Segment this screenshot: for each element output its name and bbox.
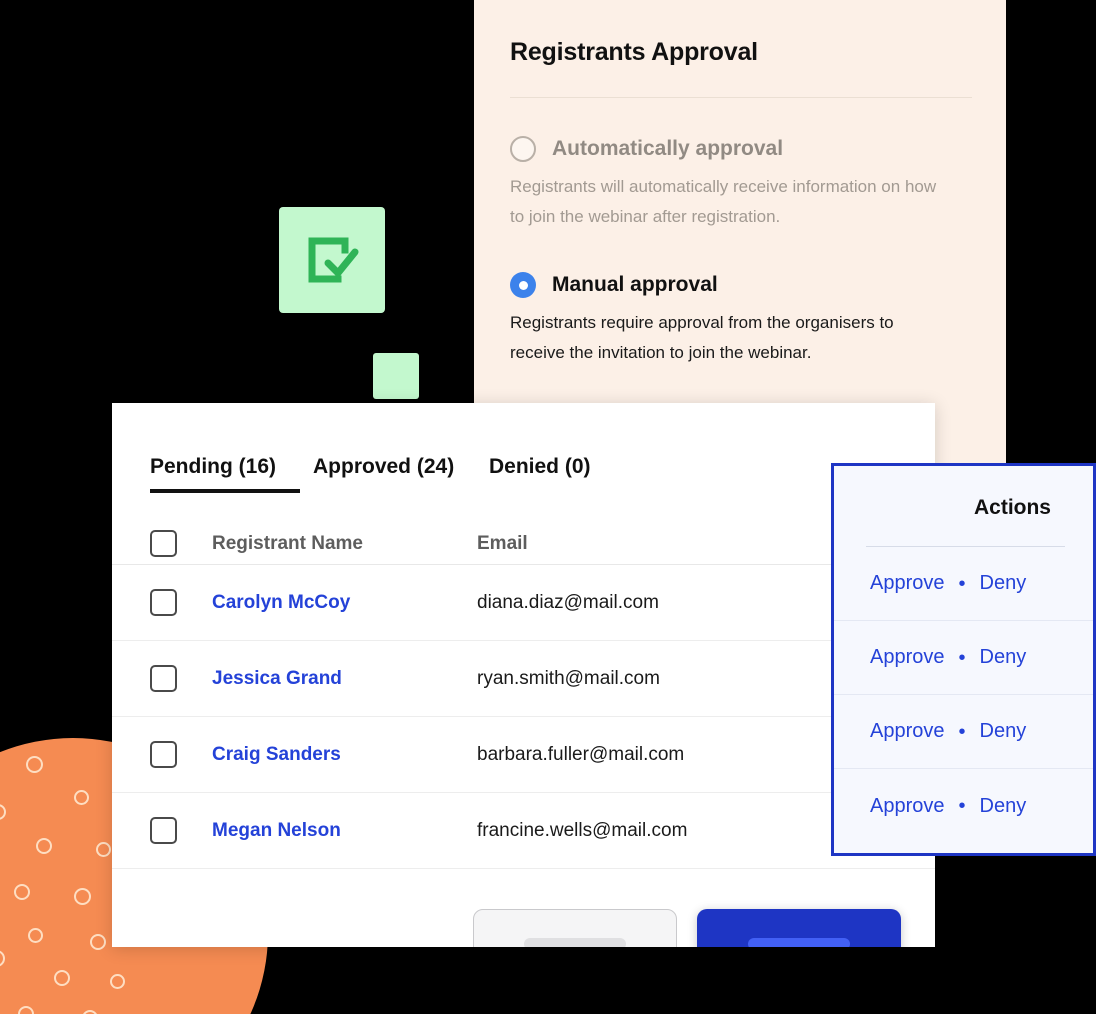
radio-option-automatic[interactable]: Automatically approval xyxy=(510,136,972,162)
tabs-bar: Pending (16) Approved (24) Denied (0) xyxy=(112,403,935,493)
green-square-decoration xyxy=(373,353,419,399)
row-checkbox[interactable] xyxy=(150,589,177,616)
action-separator-icon: • xyxy=(958,795,966,817)
actions-row: Approve • Deny xyxy=(834,547,1093,621)
table-row[interactable]: Megan Nelson francine.wells@mail.com xyxy=(112,793,935,869)
deny-link[interactable]: Deny xyxy=(980,646,1027,669)
decorative-dot xyxy=(110,974,125,989)
actions-panel-title: Actions xyxy=(973,496,1051,519)
decorative-dot xyxy=(26,756,43,773)
decorative-dot xyxy=(18,1006,34,1014)
decorative-dot xyxy=(74,790,89,805)
decorative-dot xyxy=(90,934,106,950)
decorative-dot xyxy=(36,838,52,854)
row-checkbox[interactable] xyxy=(150,741,177,768)
actions-row: Approve • Deny xyxy=(834,769,1093,843)
table-row[interactable]: Craig Sanders barbara.fuller@mail.com xyxy=(112,717,935,793)
action-separator-icon: • xyxy=(958,646,966,669)
table-row[interactable]: Jessica Grand ryan.smith@mail.com xyxy=(112,641,935,717)
card-footer-buttons xyxy=(473,909,901,947)
select-all-checkbox[interactable] xyxy=(150,530,177,557)
action-separator-icon: • xyxy=(958,572,966,595)
actions-row: Approve • Deny xyxy=(834,621,1093,695)
column-header-email: Email xyxy=(477,532,528,554)
radio-option-automatic-description: Registrants will automatically receive i… xyxy=(510,177,937,226)
cancel-button-placeholder-bar xyxy=(524,938,626,947)
radio-inner-dot xyxy=(518,280,528,290)
decorative-dot xyxy=(14,884,30,900)
cancel-button[interactable] xyxy=(473,909,677,947)
decorative-dot xyxy=(0,950,5,967)
registrant-email: ryan.smith@mail.com xyxy=(477,667,660,689)
registrant-name-link[interactable]: Carolyn McCoy xyxy=(212,592,477,614)
radio-selected-icon[interactable] xyxy=(510,272,536,298)
actions-panel: Actions Approve • Deny Approve • Deny Ap… xyxy=(831,463,1096,856)
tab-approved[interactable]: Approved (24) xyxy=(313,455,489,493)
radio-unselected-icon[interactable] xyxy=(510,136,536,162)
tab-pending[interactable]: Pending (16) xyxy=(150,455,313,493)
page-title: Registrants Approval xyxy=(510,38,758,66)
registrant-name-link[interactable]: Craig Sanders xyxy=(212,744,477,766)
checkbox-check-icon-tile xyxy=(279,207,385,313)
deny-link[interactable]: Deny xyxy=(980,572,1027,595)
decorative-dot xyxy=(96,842,111,857)
radio-option-manual-description: Registrants require approval from the or… xyxy=(510,313,894,362)
registrant-email: francine.wells@mail.com xyxy=(477,819,688,841)
save-button[interactable] xyxy=(697,909,901,947)
registrant-name-link[interactable]: Jessica Grand xyxy=(212,668,477,690)
title-divider xyxy=(510,97,972,98)
checkbox-check-icon xyxy=(308,237,359,283)
registrants-approval-panel: Registrants Approval Automatically appro… xyxy=(474,0,1006,464)
table-row[interactable]: Carolyn McCoy diana.diaz@mail.com xyxy=(112,565,935,641)
registrant-name-link[interactable]: Megan Nelson xyxy=(212,820,477,842)
approve-link[interactable]: Approve xyxy=(870,720,945,743)
registrant-email: diana.diaz@mail.com xyxy=(477,591,659,613)
radio-option-manual-label: Manual approval xyxy=(552,273,718,296)
approve-link[interactable]: Approve xyxy=(870,572,945,595)
save-button-placeholder-bar xyxy=(748,938,850,947)
deny-link[interactable]: Deny xyxy=(980,795,1027,818)
registrant-email: barbara.fuller@mail.com xyxy=(477,743,685,765)
row-checkbox[interactable] xyxy=(150,665,177,692)
deny-link[interactable]: Deny xyxy=(980,720,1027,743)
registrants-list-card: Pending (16) Approved (24) Denied (0) Re… xyxy=(112,403,935,947)
radio-option-automatic-label: Automatically approval xyxy=(552,137,784,160)
radio-option-manual[interactable]: Manual approval xyxy=(510,272,972,298)
decorative-dot xyxy=(28,928,43,943)
actions-row: Approve • Deny xyxy=(834,695,1093,769)
decorative-dot xyxy=(0,804,6,820)
approve-link[interactable]: Approve xyxy=(870,795,945,818)
decorative-dot xyxy=(74,888,91,905)
row-checkbox[interactable] xyxy=(150,817,177,844)
approve-link[interactable]: Approve xyxy=(870,646,945,669)
decorative-dot xyxy=(54,970,70,986)
decorative-dot xyxy=(82,1010,98,1014)
table-header-row: Registrant Name Email xyxy=(112,493,935,565)
action-separator-icon: • xyxy=(958,720,966,743)
tab-denied[interactable]: Denied (0) xyxy=(489,455,629,493)
screenshot-stage: Registrants Approval Automatically appro… xyxy=(0,0,1096,1014)
column-header-name: Registrant Name xyxy=(212,532,363,554)
